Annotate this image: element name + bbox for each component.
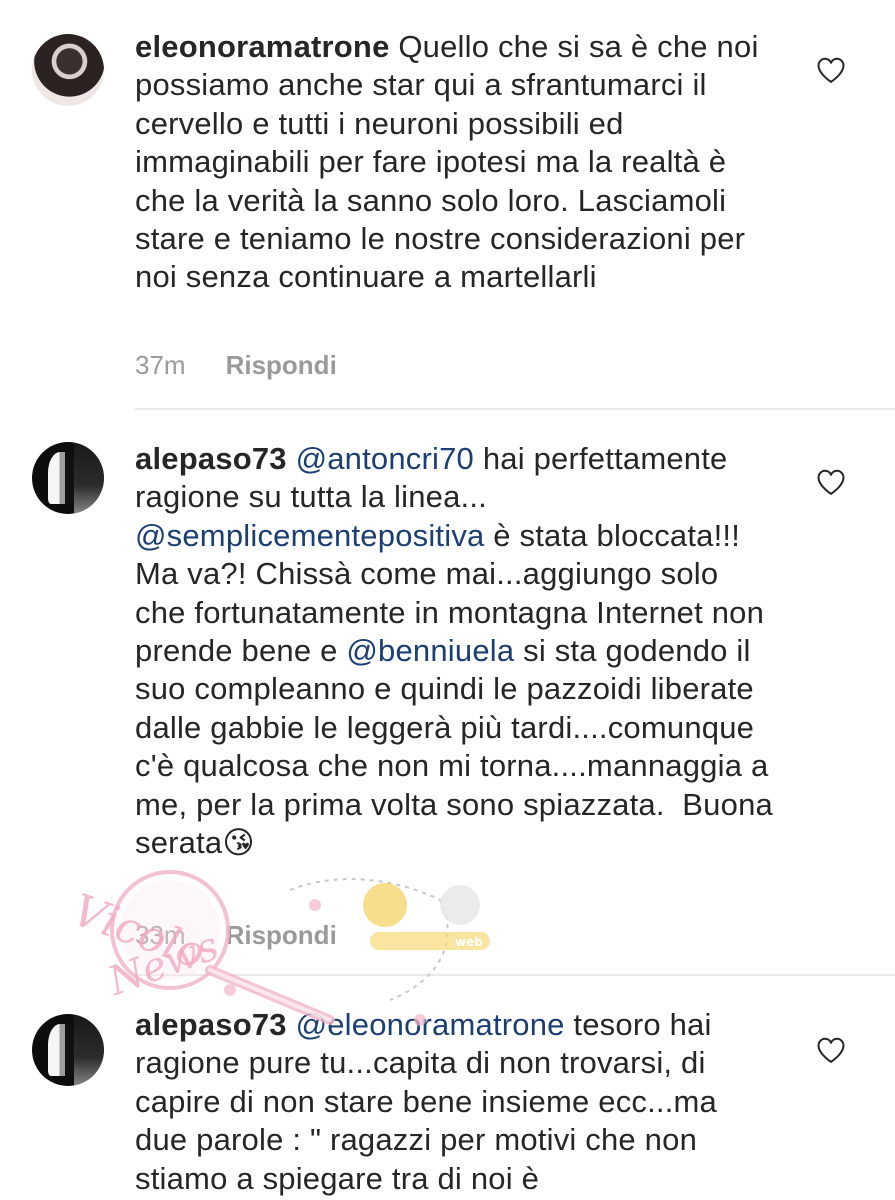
comment-text: eleonoramatrone Quello che si sa è che n…	[135, 28, 775, 297]
comment-meta: 33m Rispondi	[135, 920, 337, 951]
comment-item: eleonoramatrone Quello che si sa è che n…	[0, 0, 895, 400]
reply-button[interactable]: Rispondi	[226, 350, 337, 380]
heart-outline-icon[interactable]	[816, 1036, 846, 1064]
comment-text: alepaso73 @antoncri70 hai perfettamente …	[135, 440, 775, 862]
comment-username[interactable]: eleonoramatrone	[135, 29, 390, 64]
kiss-emoji-icon: 😘	[222, 825, 255, 861]
comment-body: Quello che si sa è che noi possiamo anch…	[135, 29, 768, 295]
comment-item: alepaso73 @eleonoramatrone tesoro hai ra…	[0, 976, 895, 1200]
reply-button[interactable]: Rispondi	[226, 920, 337, 950]
comment-text: alepaso73 @eleonoramatrone tesoro hai ra…	[135, 1006, 775, 1198]
avatar[interactable]	[32, 34, 104, 106]
comment-item: alepaso73 @antoncri70 hai perfettamente …	[0, 410, 895, 970]
mention-link[interactable]: @semplicementepositiva	[135, 518, 484, 553]
avatar-image	[74, 442, 104, 514]
heart-outline-icon[interactable]	[816, 468, 846, 496]
mention-link[interactable]: @antoncri70	[296, 441, 474, 476]
avatar-image	[74, 1014, 104, 1086]
avatar[interactable]	[32, 1014, 104, 1086]
mention-link[interactable]: @eleonoramatrone	[296, 1007, 565, 1042]
comment-timestamp: 33m	[135, 920, 186, 950]
comment-username[interactable]: alepaso73	[135, 1007, 287, 1042]
mention-link[interactable]: @benniuela	[346, 633, 514, 668]
comment-timestamp: 37m	[135, 350, 186, 380]
heart-outline-icon[interactable]	[816, 56, 846, 84]
comment-username[interactable]: alepaso73	[135, 441, 287, 476]
comment-meta: 37m Rispondi	[135, 350, 337, 381]
avatar[interactable]	[32, 442, 104, 514]
